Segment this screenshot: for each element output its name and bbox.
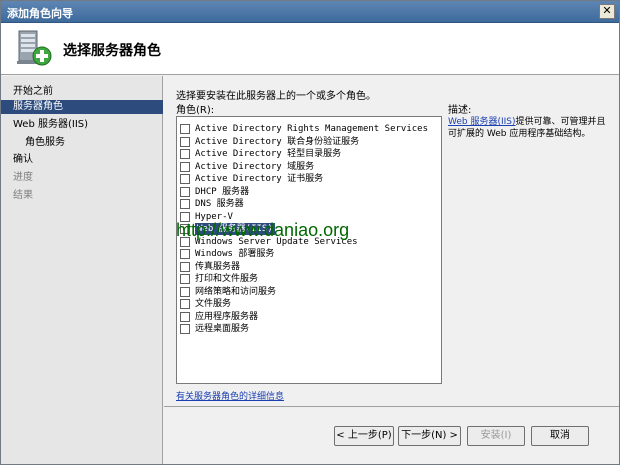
role-hyper-v[interactable]: Hyper-V — [180, 211, 438, 223]
button-separator — [164, 406, 619, 407]
role-checkbox[interactable] — [180, 136, 190, 147]
next-button[interactable]: 下一步(N) > — [398, 426, 461, 446]
role-npas[interactable]: 网络策略和访问服务 — [180, 286, 438, 298]
close-button[interactable]: ✕ — [599, 4, 615, 19]
previous-button[interactable]: < 上一步(P) — [334, 426, 394, 446]
role-ad-ds[interactable]: Active Directory 域服务 — [180, 161, 438, 173]
sidebar-item-web-server-iis[interactable]: Web 服务器(IIS) — [1, 118, 163, 132]
role-print-file[interactable]: 打印和文件服务 — [180, 273, 438, 285]
sidebar-item-confirmation[interactable]: 确认 — [1, 153, 163, 167]
role-web-server-iis[interactable]: ✓ Web 服务器(IIS) — [180, 223, 438, 235]
role-dhcp[interactable]: DHCP 服务器 — [180, 186, 438, 198]
role-fax-server[interactable]: 传真服务器 — [180, 261, 438, 273]
wizard-header: 选择服务器角色 — [1, 23, 619, 75]
role-app-server[interactable]: 应用程序服务器 — [180, 311, 438, 323]
role-checkbox[interactable] — [180, 199, 190, 209]
description-text: Web 服务器(IIS)提供可靠、可管理并且可扩展的 Web 应用程序基础结构。 — [448, 116, 613, 140]
role-checkbox[interactable] — [180, 174, 190, 184]
role-wsus[interactable]: Windows Server Update Services — [180, 236, 438, 248]
title-bar[interactable]: 添加角色向导 ✕ — [1, 1, 619, 23]
role-ad-fs[interactable]: Active Directory 联合身份验证服务 — [180, 136, 438, 148]
role-checkbox[interactable] — [180, 161, 190, 172]
role-dns[interactable]: DNS 服务器 — [180, 198, 438, 210]
role-checkbox[interactable] — [180, 299, 190, 309]
role-ad-cs[interactable]: Active Directory 证书服务 — [180, 173, 438, 185]
role-ad-rms[interactable]: Active Directory Rights Management Servi… — [180, 123, 438, 135]
sidebar-item-role-services[interactable]: 角色服务 — [1, 136, 163, 150]
wizard-sidebar: 开始之前 服务器角色 Web 服务器(IIS) 角色服务 确认 进度 结果 — [1, 76, 163, 464]
sidebar-item-before-you-begin[interactable]: 开始之前 — [1, 85, 163, 99]
role-wds[interactable]: Windows 部署服务 — [180, 248, 438, 260]
sidebar-item-progress: 进度 — [13, 172, 33, 183]
role-checkbox[interactable] — [180, 324, 190, 334]
role-checkbox[interactable] — [180, 211, 190, 222]
close-icon: ✕ — [602, 4, 612, 17]
instruction-text: 选择要安装在此服务器上的一个或多个角色。 — [176, 91, 376, 102]
role-checkbox[interactable] — [180, 286, 190, 297]
cancel-button[interactable]: 取消 — [531, 426, 589, 446]
window-title: 添加角色向导 — [7, 7, 73, 20]
page-title: 选择服务器角色 — [63, 43, 161, 59]
roles-checklist[interactable]: Active Directory Rights Management Servi… — [176, 116, 442, 384]
server-roles-wizard-icon — [17, 30, 52, 66]
sidebar-item-results: 结果 — [13, 190, 33, 201]
role-remote-desktop[interactable]: 远程桌面服务 — [180, 323, 438, 335]
role-checkbox[interactable] — [180, 249, 190, 259]
role-checkbox[interactable] — [180, 124, 190, 134]
role-ad-lds[interactable]: Active Directory 轻型目录服务 — [180, 148, 438, 160]
role-file-services[interactable]: 文件服务 — [180, 298, 438, 310]
install-button: 安装(I) — [467, 426, 525, 446]
role-checkbox[interactable] — [180, 186, 190, 197]
sidebar-item-server-roles[interactable]: 服务器角色 — [1, 100, 163, 114]
role-checkbox[interactable] — [180, 236, 190, 247]
roles-label: 角色(R): — [176, 105, 215, 116]
role-checkbox[interactable] — [180, 274, 190, 284]
role-checkbox[interactable] — [180, 149, 190, 159]
role-checkbox[interactable] — [180, 261, 190, 272]
role-checkbox[interactable] — [180, 311, 190, 322]
add-roles-wizard-window: 添加角色向导 ✕ 选择服务器角色 开始之前 服务器角色 Web 服务器(IIS)… — [0, 0, 620, 465]
description-label: 描述: — [448, 105, 472, 116]
description-link[interactable]: Web 服务器(IIS) — [448, 117, 516, 127]
role-checkbox-checked[interactable]: ✓ — [180, 224, 190, 234]
more-info-link[interactable]: 有关服务器角色的详细信息 — [176, 389, 284, 402]
